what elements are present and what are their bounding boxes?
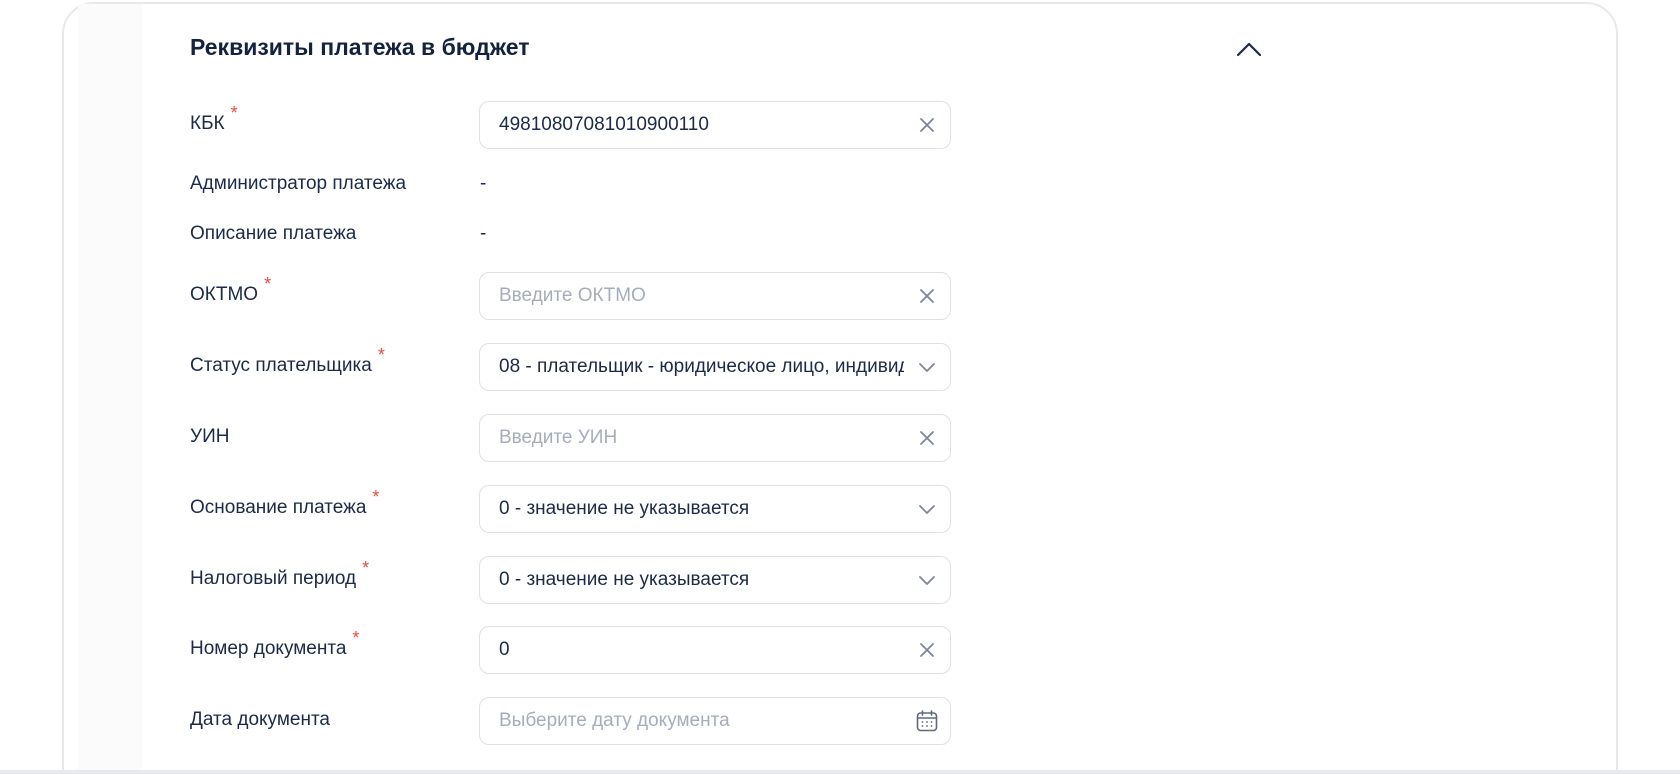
chevron-up-icon — [1236, 42, 1262, 57]
required-mark: * — [372, 487, 380, 507]
tax-period-label: Налоговый период * — [190, 558, 370, 589]
close-icon[interactable] — [914, 112, 940, 138]
required-mark: * — [377, 345, 385, 365]
oktmo-input[interactable]: Введите ОКТМО — [479, 272, 951, 320]
uin-label: УИН — [190, 426, 230, 447]
calendar-icon[interactable] — [914, 708, 940, 734]
bottom-divider — [0, 770, 1680, 774]
kbk-label: КБК * — [190, 103, 238, 134]
oktmo-label: ОКТМО * — [190, 274, 272, 305]
chevron-down-icon[interactable] — [914, 496, 940, 522]
doc-date-input[interactable]: Выберите дату документа — [479, 697, 951, 745]
kbk-input[interactable]: 49810807081010900110 — [479, 101, 951, 149]
tax-period-value[interactable]: 0 - значение не указывается — [499, 569, 904, 591]
doc-date-placeholder[interactable]: Выберите дату документа — [499, 710, 904, 732]
uin-row: УИН Введите УИН — [190, 414, 951, 462]
payer-status-value[interactable]: 08 - плательщик - юридическое лицо, инди… — [499, 356, 904, 378]
chevron-down-icon[interactable] — [914, 354, 940, 380]
required-mark: * — [230, 103, 238, 123]
doc-number-input[interactable]: 0 — [479, 626, 951, 674]
close-icon[interactable] — [914, 283, 940, 309]
required-mark: * — [264, 274, 272, 294]
payment-basis-value[interactable]: 0 - значение не указывается — [499, 498, 904, 520]
oktmo-placeholder[interactable]: Введите ОКТМО — [499, 285, 904, 307]
payer-status-row: Статус плательщика * 08 - плательщик - юр… — [190, 343, 951, 391]
description-label: Описание платежа — [190, 223, 357, 244]
collapse-button[interactable] — [1230, 36, 1268, 62]
doc-date-row: Дата документа Выберите дату документа — [190, 697, 951, 745]
required-mark: * — [362, 558, 370, 578]
card-side-band — [78, 4, 142, 774]
kbk-value[interactable]: 49810807081010900110 — [499, 114, 904, 136]
admin-value: - — [480, 173, 487, 194]
page: Реквизиты платежа в бюджет КБК * 49810807… — [0, 0, 1680, 774]
tax-period-select[interactable]: 0 - значение не указывается — [479, 556, 951, 604]
uin-placeholder[interactable]: Введите УИН — [499, 427, 904, 449]
payment-basis-row: Основание платежа * 0 - значение не указы… — [190, 485, 951, 533]
section-title: Реквизиты платежа в бюджет — [190, 34, 530, 60]
payer-status-label: Статус плательщика * — [190, 345, 385, 376]
description-value: - — [480, 223, 487, 244]
description-row: Описание платежа - — [190, 211, 950, 259]
oktmo-row: ОКТМО * Введите ОКТМО — [190, 272, 951, 320]
required-mark: * — [352, 628, 360, 648]
doc-date-label: Дата документа — [190, 709, 330, 730]
doc-number-value[interactable]: 0 — [499, 639, 904, 661]
payment-basis-select[interactable]: 0 - значение не указывается — [479, 485, 951, 533]
chevron-down-icon[interactable] — [914, 567, 940, 593]
payment-basis-label: Основание платежа * — [190, 487, 380, 518]
close-icon[interactable] — [914, 425, 940, 451]
payer-status-select[interactable]: 08 - плательщик - юридическое лицо, инди… — [479, 343, 951, 391]
close-icon[interactable] — [914, 637, 940, 663]
doc-number-row: Номер документа * 0 — [190, 626, 951, 674]
doc-number-label: Номер документа * — [190, 628, 360, 659]
admin-label: Администратор платежа — [190, 173, 407, 194]
uin-input[interactable]: Введите УИН — [479, 414, 951, 462]
kbk-row: КБК * 49810807081010900110 — [190, 101, 951, 149]
tax-period-row: Налоговый период * 0 - значение не указыв… — [190, 556, 951, 604]
admin-row: Администратор платежа - — [190, 161, 950, 209]
